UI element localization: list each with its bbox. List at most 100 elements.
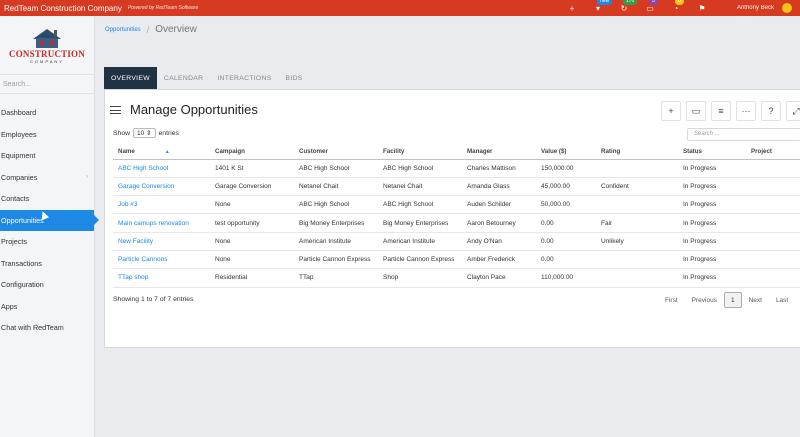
opportunity-name-link[interactable]: New Facility [113,232,210,251]
company-logo[interactable]: CONSTRUCTION COMPANY [0,16,94,74]
pager-last[interactable]: Last [769,292,795,308]
entries-label: entries [158,129,179,137]
table-row[interactable]: ABC High School 1401 K St ABC High School A… [113,159,800,178]
add-button[interactable]: + [661,101,681,121]
flag-icon[interactable]: ⚑ [697,3,707,13]
table-cell: test opportunity [210,213,294,233]
sidebar-item-equipment[interactable]: Equipment [0,145,94,167]
company-name[interactable]: RedTeam Construction Company [4,4,122,13]
table-search-input[interactable]: Search ... [687,128,800,141]
sidebar-item-dashboard[interactable]: Dashboard [0,102,94,124]
pager-first[interactable]: First [658,292,685,308]
card-title: Manage Opportunities [130,102,258,117]
sort-ascending-icon: ▲ [164,149,170,156]
table-cell: Aaron Betourney [462,213,536,233]
breadcrumb-opportunities-link[interactable]: Opportunities [105,27,141,33]
table-cell: ABC High School [378,159,462,178]
column-header-project[interactable]: Project [746,145,800,160]
sidebar-item-projects[interactable]: Projects [0,231,94,253]
chevron-right-icon: › [86,174,88,181]
table-cell: Amber Frederick [462,250,536,270]
entries-select[interactable]: 10 ⇕ [133,128,156,138]
filter-button[interactable]: ≡ [711,101,731,121]
opportunity-name-link[interactable]: ABC High School [113,159,210,178]
sidebar-item-label: Employees [1,129,37,139]
table-row[interactable]: Particle Cannons None Particle Cannon Expr… [113,250,800,270]
table-row[interactable]: TTap shop Residential TTap Shop Clayton Pace… [113,268,800,288]
sidebar-item-transactions[interactable]: Transactions [0,253,94,275]
pager-next[interactable]: Next [742,292,769,308]
opportunity-name-link[interactable]: Main camups renovation [113,213,210,233]
table-row[interactable]: Job #3 None ABC High School ABC High School… [113,195,800,215]
user-name[interactable]: Anthony Beck [737,5,774,11]
logo-subtitle: COMPANY [30,58,64,64]
table-cell: In Progress [678,232,746,251]
tab-calendar[interactable]: CALENDAR [157,67,210,89]
table-cell: 0.00 [536,232,596,251]
table-row[interactable]: Main camups renovation test opportunity Bi… [113,213,800,233]
column-header-manager[interactable]: Manager [462,145,536,160]
entries-select-value: 10 [137,130,145,137]
plus-icon[interactable]: + [567,3,577,13]
refresh-icon[interactable]: ↻ 170 [619,0,638,13]
expand-button[interactable]: ⤢ [786,101,800,121]
pager-previous[interactable]: Previous [685,292,724,308]
table-body: ABC High School 1401 K St ABC High School A… [113,159,800,288]
table-cell: 150,000.00 [536,159,596,178]
table-cell: ABC High School [378,195,462,215]
column-header-value[interactable]: Value ($) [536,145,596,160]
table-cell: None [210,232,294,251]
opportunity-name-link[interactable]: Job #3 [113,195,210,215]
tab-overview[interactable]: OVERVIEW [104,67,157,89]
sidebar-item-configuration[interactable]: Configuration [0,274,94,296]
breadcrumb: Opportunities / Overview [105,24,197,35]
bell-icon[interactable]: ◔ 0 [671,0,684,13]
sidebar-item-contacts[interactable]: Contacts [0,188,94,210]
more-button[interactable]: ··· [736,101,756,121]
column-header-label: Campaign [215,148,245,156]
sidebar-search-input[interactable]: Search... [0,74,94,94]
table-row[interactable]: Garage Conversion Garage Conversion Netane… [113,177,800,197]
table-cell [746,250,800,270]
table-cell: Fair [596,213,678,233]
display-button[interactable]: ▭ [686,101,706,121]
column-header-customer[interactable]: Customer [294,145,378,160]
notification-badge: 170 [622,0,638,5]
pager-page-1[interactable]: 1 [723,292,742,308]
table-cell: Confident [596,177,678,197]
menu-icon[interactable] [110,106,121,114]
filter-icon[interactable]: ▾ new [593,0,613,13]
column-header-campaign[interactable]: Campaign [210,145,294,160]
sidebar-item-label: Projects [1,237,27,247]
help-button[interactable]: ? [761,101,781,121]
avatar[interactable] [782,3,792,13]
table-cell [746,213,800,233]
sidebar-item-chat-with-redteam[interactable]: Chat with RedTeam [0,317,94,339]
column-header-status[interactable]: Status [678,145,746,160]
table-cell: 45,000.00 [536,177,596,197]
table-row[interactable]: New Facility None American Institute Americ… [113,232,800,251]
table-cell [746,195,800,215]
sidebar-item-apps[interactable]: Apps [0,296,94,318]
column-header-name[interactable]: Name ▲ [113,145,210,160]
table-cell: Clayton Pace [462,268,536,288]
opportunity-name-link[interactable]: Garage Conversion [113,177,210,197]
sidebar-item-employees[interactable]: Employees [0,124,94,146]
sidebar-item-label: Equipment [1,151,36,161]
opportunity-name-link[interactable]: Particle Cannons [113,250,210,270]
column-header-facility[interactable]: Facility [378,145,462,160]
opportunity-name-link[interactable]: TTap shop [113,268,210,288]
table-cell: In Progress [678,195,746,215]
tab-interactions[interactable]: INTERACTIONS [210,67,278,89]
sidebar-item-companies[interactable]: Companies › [0,167,94,189]
page-title: Overview [155,24,197,35]
table-cell [596,250,678,270]
table-cell: 50,000.00 [536,195,596,215]
opportunities-table: Name ▲ Campaign Customer Facility Manager Valu… [113,145,800,288]
tab-bar: OVERVIEW CALENDAR INTERACTIONS BIDS [104,67,310,89]
tab-bids[interactable]: BIDS [279,67,310,89]
sidebar-item-label: Transactions [1,258,42,268]
column-header-rating[interactable]: Rating [596,145,678,160]
chat-icon[interactable]: ▭ 3 [645,0,658,13]
table-info: Showing 1 to 7 of 7 entries [113,296,194,303]
